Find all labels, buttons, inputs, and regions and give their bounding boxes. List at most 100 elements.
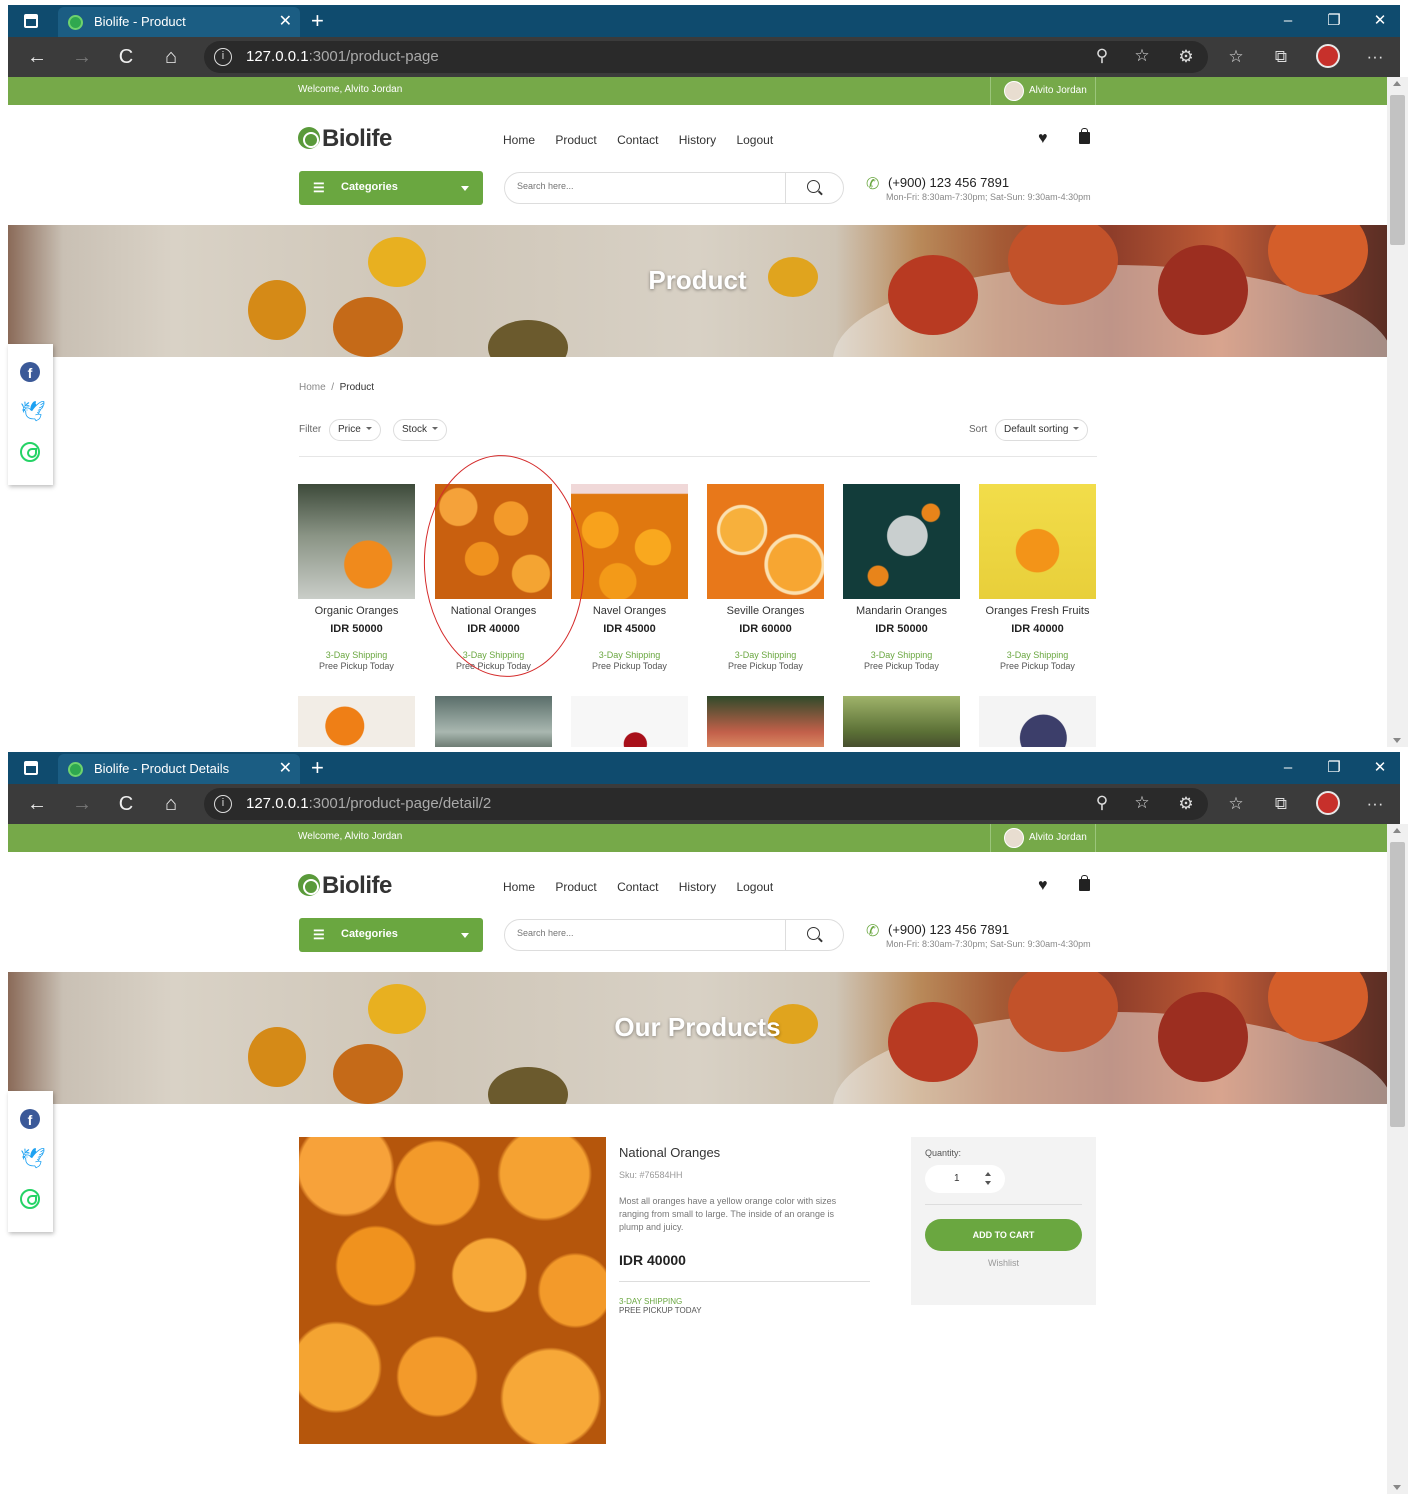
scroll-up-icon[interactable] bbox=[1393, 81, 1401, 86]
product-card[interactable]: Organic Oranges IDR 50000 3-Day Shipping… bbox=[298, 484, 415, 674]
home-icon[interactable]: ⌂ bbox=[156, 45, 186, 69]
sort-dropdown[interactable]: Default sorting bbox=[995, 419, 1089, 441]
price-filter-dropdown[interactable]: Price bbox=[329, 419, 381, 441]
forward-icon[interactable]: → bbox=[67, 45, 97, 69]
product-image[interactable] bbox=[979, 484, 1096, 599]
profile-avatar[interactable] bbox=[1316, 44, 1340, 68]
reload-icon[interactable]: C bbox=[111, 792, 141, 816]
site-logo[interactable]: Biolife bbox=[298, 125, 392, 155]
new-tab-icon[interactable]: + bbox=[311, 754, 324, 782]
restore-icon[interactable]: ❐ bbox=[1314, 752, 1354, 784]
product-name[interactable]: Seville Oranges bbox=[697, 605, 834, 617]
product-name[interactable]: Organic Oranges bbox=[288, 605, 425, 617]
facebook-icon[interactable]: f bbox=[20, 362, 40, 382]
decrease-icon[interactable] bbox=[985, 1181, 991, 1185]
window-close-icon[interactable]: ✕ bbox=[1360, 5, 1400, 37]
favorites-icon[interactable]: ☆ bbox=[1224, 46, 1248, 68]
browser-tab[interactable]: Biolife - Product Details ✕ bbox=[58, 754, 300, 784]
whatsapp-icon[interactable] bbox=[20, 1189, 40, 1209]
product-name[interactable]: Navel Oranges bbox=[561, 605, 698, 617]
extensions-icon[interactable]: ⚙ bbox=[1174, 793, 1198, 815]
menu-history[interactable]: History bbox=[679, 880, 716, 894]
add-to-cart-button[interactable]: ADD TO CART bbox=[925, 1219, 1082, 1251]
search-icon[interactable] bbox=[807, 180, 820, 193]
breadcrumb-home[interactable]: Home bbox=[299, 382, 326, 393]
quantity-value[interactable]: 1 bbox=[954, 1173, 960, 1184]
collections-icon[interactable]: ⧉ bbox=[1269, 793, 1293, 815]
page-scrollbar[interactable] bbox=[1387, 77, 1408, 747]
twitter-icon[interactable]: 🕊 bbox=[20, 402, 45, 422]
wishlist-link[interactable]: Wishlist bbox=[925, 1258, 1082, 1268]
forward-icon[interactable]: → bbox=[67, 792, 97, 816]
favorites-icon[interactable]: ☆ bbox=[1224, 793, 1248, 815]
menu-logout[interactable]: Logout bbox=[736, 133, 773, 147]
menu-product[interactable]: Product bbox=[555, 133, 596, 147]
scroll-thumb[interactable] bbox=[1390, 842, 1405, 1127]
product-image[interactable] bbox=[707, 696, 824, 747]
cart-bag-icon[interactable] bbox=[1079, 875, 1090, 891]
back-icon[interactable]: ← bbox=[22, 792, 52, 816]
product-image[interactable] bbox=[979, 696, 1096, 747]
scroll-up-icon[interactable] bbox=[1393, 828, 1401, 833]
product-image[interactable] bbox=[571, 696, 688, 747]
whatsapp-icon[interactable] bbox=[20, 442, 40, 462]
new-tab-icon[interactable]: + bbox=[311, 7, 324, 35]
site-info-icon[interactable]: i bbox=[214, 48, 232, 66]
wishlist-heart-icon[interactable]: ♥ bbox=[1038, 130, 1048, 148]
stock-filter-dropdown[interactable]: Stock bbox=[393, 419, 448, 441]
product-image[interactable] bbox=[298, 696, 415, 747]
window-close-icon[interactable]: ✕ bbox=[1360, 752, 1400, 784]
minimize-icon[interactable]: – bbox=[1268, 752, 1308, 784]
product-card[interactable]: Seville Oranges IDR 60000 3-Day Shipping… bbox=[707, 484, 824, 674]
more-icon[interactable]: ··· bbox=[1363, 793, 1387, 815]
quantity-stepper[interactable]: 1 bbox=[925, 1165, 1005, 1193]
restore-icon[interactable]: ❐ bbox=[1314, 5, 1354, 37]
scroll-down-icon[interactable] bbox=[1393, 738, 1401, 743]
profile-avatar[interactable] bbox=[1316, 791, 1340, 815]
extensions-icon[interactable]: ⚙ bbox=[1174, 46, 1198, 68]
back-icon[interactable]: ← bbox=[22, 45, 52, 69]
product-card[interactable]: Mandarin Oranges IDR 50000 3-Day Shippin… bbox=[843, 484, 960, 674]
product-image[interactable] bbox=[843, 696, 960, 747]
search-icon[interactable] bbox=[807, 927, 820, 940]
tab-close-icon[interactable]: ✕ bbox=[279, 754, 292, 784]
user-menu[interactable]: Alvito Jordan bbox=[990, 824, 1096, 852]
page-scrollbar[interactable] bbox=[1387, 824, 1408, 1494]
product-detail-image[interactable] bbox=[299, 1137, 606, 1444]
search-input[interactable] bbox=[517, 928, 777, 938]
product-image[interactable] bbox=[571, 484, 688, 599]
increase-icon[interactable] bbox=[985, 1172, 991, 1176]
product-card[interactable]: Oranges Fresh Fruits IDR 40000 3-Day Shi… bbox=[979, 484, 1096, 674]
menu-home[interactable]: Home bbox=[503, 133, 535, 147]
url-field[interactable]: i 127.0.0.1:3001/product-page/detail/2 ⚲… bbox=[204, 788, 1208, 820]
site-logo[interactable]: Biolife bbox=[298, 872, 392, 902]
more-icon[interactable]: ··· bbox=[1363, 46, 1387, 68]
collections-icon[interactable]: ⧉ bbox=[1269, 46, 1293, 68]
menu-logout[interactable]: Logout bbox=[736, 880, 773, 894]
categories-button[interactable]: ☰ Categories bbox=[299, 918, 483, 952]
twitter-icon[interactable]: 🕊 bbox=[20, 1149, 45, 1169]
cart-bag-icon[interactable] bbox=[1079, 128, 1090, 144]
browser-tab[interactable]: Biolife - Product ✕ bbox=[58, 7, 300, 37]
add-favorite-icon[interactable]: ☆ bbox=[1130, 792, 1154, 814]
wishlist-heart-icon[interactable]: ♥ bbox=[1038, 877, 1048, 895]
site-info-icon[interactable]: i bbox=[214, 795, 232, 813]
menu-contact[interactable]: Contact bbox=[617, 133, 658, 147]
product-image[interactable] bbox=[843, 484, 960, 599]
menu-product[interactable]: Product bbox=[555, 880, 596, 894]
zoom-icon[interactable]: ⚲ bbox=[1090, 792, 1114, 814]
menu-home[interactable]: Home bbox=[503, 880, 535, 894]
home-icon[interactable]: ⌂ bbox=[156, 792, 186, 816]
search-input[interactable] bbox=[517, 181, 777, 191]
product-name[interactable]: Mandarin Oranges bbox=[833, 605, 970, 617]
categories-button[interactable]: ☰ Categories bbox=[299, 171, 483, 205]
product-name[interactable]: Oranges Fresh Fruits bbox=[969, 605, 1106, 617]
reload-icon[interactable]: C bbox=[111, 45, 141, 69]
product-image[interactable] bbox=[298, 484, 415, 599]
product-card[interactable]: Navel Oranges IDR 45000 3-Day Shipping P… bbox=[571, 484, 688, 674]
window-menu-icon[interactable] bbox=[24, 14, 38, 28]
product-image[interactable] bbox=[707, 484, 824, 599]
user-menu[interactable]: Alvito Jordan bbox=[990, 77, 1096, 105]
add-favorite-icon[interactable]: ☆ bbox=[1130, 45, 1154, 67]
window-menu-icon[interactable] bbox=[24, 761, 38, 775]
